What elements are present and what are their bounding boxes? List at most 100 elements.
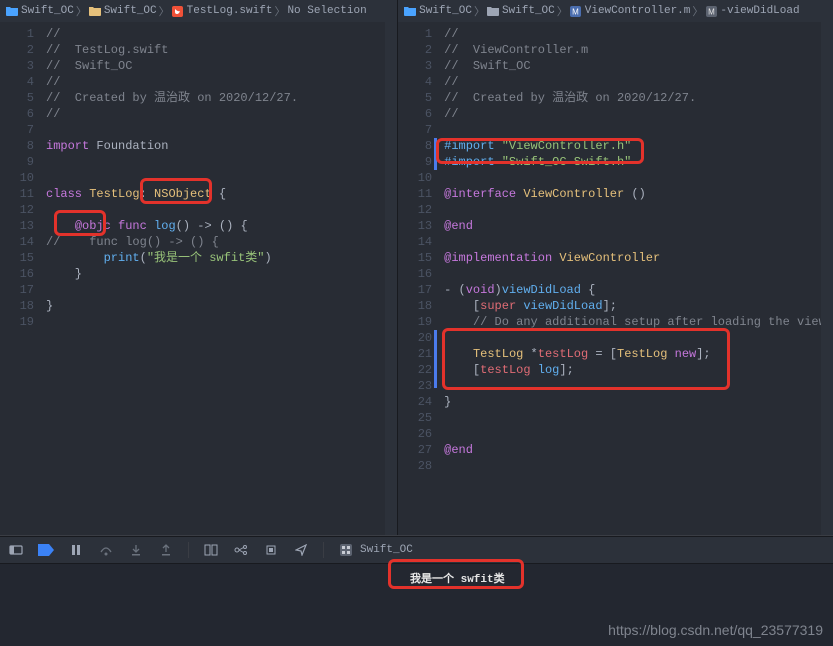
environment-icon[interactable] bbox=[263, 542, 279, 558]
code-line[interactable]: // bbox=[444, 106, 833, 122]
panel-toggle-icon[interactable] bbox=[8, 542, 24, 558]
line-number: 14 bbox=[0, 234, 34, 250]
line-number: 24 bbox=[398, 394, 432, 410]
breadcrumb-item[interactable]: Swift_OC bbox=[6, 5, 74, 17]
left-pane: Swift_OC〉Swift_OC〉TestLog.swift〉No Selec… bbox=[0, 0, 398, 535]
line-number: 18 bbox=[0, 298, 34, 314]
line-number: 6 bbox=[0, 106, 34, 122]
breadcrumb-item[interactable]: No Selection bbox=[287, 5, 366, 17]
line-number: 14 bbox=[398, 234, 432, 250]
line-number: 13 bbox=[0, 218, 34, 234]
debug-toolbar: Swift_OC bbox=[0, 536, 833, 564]
code-line[interactable]: - (void)viewDidLoad { bbox=[444, 282, 833, 298]
code-line[interactable]: class TestLog: NSObject { bbox=[46, 186, 397, 202]
line-number: 5 bbox=[0, 90, 34, 106]
line-number: 22 bbox=[398, 362, 432, 378]
code-line[interactable]: } bbox=[46, 298, 397, 314]
location-icon[interactable] bbox=[293, 542, 309, 558]
code-line[interactable] bbox=[444, 234, 833, 250]
code-line[interactable] bbox=[444, 122, 833, 138]
console-panel[interactable]: 我是一个 swfit类 https://blog.csdn.net/qq_235… bbox=[0, 564, 833, 646]
code-line[interactable]: [super viewDidLoad]; bbox=[444, 298, 833, 314]
minimap-left[interactable] bbox=[385, 22, 397, 535]
breadcrumb-item[interactable]: Swift_OC bbox=[89, 5, 157, 17]
pause-icon[interactable] bbox=[68, 542, 84, 558]
step-out-icon[interactable] bbox=[158, 542, 174, 558]
code-line[interactable]: @objc func log() -> () { bbox=[46, 218, 397, 234]
code-line[interactable]: // Swift_OC bbox=[46, 58, 397, 74]
code-line[interactable]: import Foundation bbox=[46, 138, 397, 154]
app-icon bbox=[338, 542, 354, 558]
code-line[interactable]: // Created by 温治政 on 2020/12/27. bbox=[46, 90, 397, 106]
line-number: 17 bbox=[398, 282, 432, 298]
code-line[interactable]: #import "ViewController.h" bbox=[444, 138, 833, 154]
step-over-icon[interactable] bbox=[98, 542, 114, 558]
code-line[interactable]: // bbox=[46, 106, 397, 122]
breadcrumb-item[interactable]: MViewController.m bbox=[570, 5, 691, 17]
code-left[interactable]: //// TestLog.swift// Swift_OC//// Create… bbox=[40, 22, 397, 535]
code-line[interactable]: #import "Swift_OC-Swift.h" bbox=[444, 154, 833, 170]
line-gutter-right: 1234567891011121314151617181920212223242… bbox=[398, 22, 438, 535]
editor-left[interactable]: 12345678910111213141516171819 //// TestL… bbox=[0, 22, 397, 535]
code-line[interactable]: // bbox=[444, 26, 833, 42]
folder-yellow-icon bbox=[89, 5, 101, 17]
code-line[interactable]: // ViewController.m bbox=[444, 42, 833, 58]
memory-graph-icon[interactable] bbox=[233, 542, 249, 558]
code-line[interactable] bbox=[46, 314, 397, 330]
code-line[interactable] bbox=[444, 378, 833, 394]
code-line[interactable]: @end bbox=[444, 442, 833, 458]
code-line[interactable] bbox=[444, 458, 833, 474]
code-line[interactable]: @implementation ViewController bbox=[444, 250, 833, 266]
line-number: 19 bbox=[398, 314, 432, 330]
code-line[interactable]: // bbox=[46, 26, 397, 42]
code-line[interactable]: @interface ViewController () bbox=[444, 186, 833, 202]
breakpoint-icon[interactable] bbox=[38, 542, 54, 558]
code-line[interactable] bbox=[444, 410, 833, 426]
code-line[interactable] bbox=[46, 154, 397, 170]
breadcrumb-item[interactable]: M-viewDidLoad bbox=[705, 5, 799, 17]
line-number: 26 bbox=[398, 426, 432, 442]
code-line[interactable] bbox=[46, 122, 397, 138]
code-right[interactable]: //// ViewController.m// Swift_OC//// Cre… bbox=[438, 22, 833, 535]
minimap-right[interactable] bbox=[821, 22, 833, 535]
code-line[interactable] bbox=[444, 170, 833, 186]
debug-view-icon[interactable] bbox=[203, 542, 219, 558]
code-line[interactable]: print("我是一个 swfit类") bbox=[46, 250, 397, 266]
breadcrumb-left[interactable]: Swift_OC〉Swift_OC〉TestLog.swift〉No Selec… bbox=[0, 0, 397, 22]
code-line[interactable]: // Swift_OC bbox=[444, 58, 833, 74]
line-number: 10 bbox=[0, 170, 34, 186]
line-number: 3 bbox=[0, 58, 34, 74]
code-line[interactable]: // func log() -> () { bbox=[46, 234, 397, 250]
code-line[interactable] bbox=[444, 426, 833, 442]
code-line[interactable]: [testLog log]; bbox=[444, 362, 833, 378]
breadcrumb-item[interactable]: Swift_OC bbox=[404, 5, 472, 17]
code-line[interactable]: // bbox=[46, 74, 397, 90]
folder-blue-icon bbox=[404, 5, 416, 17]
editor-right[interactable]: 1234567891011121314151617181920212223242… bbox=[398, 22, 833, 535]
code-line[interactable]: } bbox=[46, 266, 397, 282]
line-number: 21 bbox=[398, 346, 432, 362]
code-line[interactable]: // Created by 温治政 on 2020/12/27. bbox=[444, 90, 833, 106]
breadcrumb-item[interactable]: TestLog.swift bbox=[172, 5, 273, 17]
breadcrumb-right[interactable]: Swift_OC〉Swift_OC〉MViewController.m〉M-vi… bbox=[398, 0, 833, 22]
code-line[interactable]: // TestLog.swift bbox=[46, 42, 397, 58]
line-number: 10 bbox=[398, 170, 432, 186]
code-line[interactable] bbox=[444, 330, 833, 346]
code-line[interactable] bbox=[46, 202, 397, 218]
code-line[interactable] bbox=[46, 170, 397, 186]
line-number: 13 bbox=[398, 218, 432, 234]
code-line[interactable]: // bbox=[444, 74, 833, 90]
debug-target[interactable]: Swift_OC bbox=[338, 542, 413, 558]
code-line[interactable] bbox=[46, 282, 397, 298]
code-line[interactable]: // Do any additional setup after loading… bbox=[444, 314, 833, 330]
code-line[interactable]: } bbox=[444, 394, 833, 410]
code-line[interactable]: @end bbox=[444, 218, 833, 234]
line-number: 4 bbox=[0, 74, 34, 90]
svg-text:M: M bbox=[572, 7, 579, 16]
line-number: 4 bbox=[398, 74, 432, 90]
code-line[interactable]: TestLog *testLog = [TestLog new]; bbox=[444, 346, 833, 362]
code-line[interactable] bbox=[444, 202, 833, 218]
breadcrumb-item[interactable]: Swift_OC bbox=[487, 5, 555, 17]
step-into-icon[interactable] bbox=[128, 542, 144, 558]
code-line[interactable] bbox=[444, 266, 833, 282]
